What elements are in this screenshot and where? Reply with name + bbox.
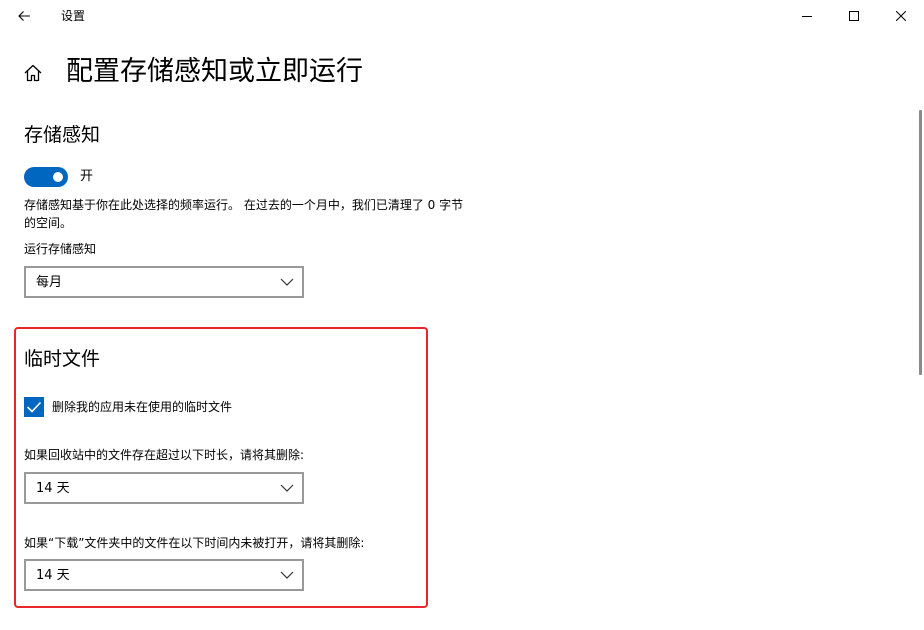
dropdown-value: 每月 [36,275,63,290]
toggle-knob [53,172,63,182]
delete-temp-files-checkbox[interactable] [24,397,44,417]
run-storage-sense-label: 运行存储感知 [24,242,97,256]
minimize-icon [802,16,812,17]
maximize-icon [849,11,859,21]
home-button[interactable] [22,62,44,84]
delete-temp-files-label: 删除我的应用未在使用的临时文件 [52,400,233,414]
recycle-bin-dropdown[interactable]: 14 天 [24,472,304,504]
minimize-button[interactable] [784,0,830,32]
home-icon [24,64,42,82]
checkmark-icon [26,401,42,413]
downloads-label: 如果“下载”文件夹中的文件在以下时间内未被打开，请将其删除: [24,536,365,550]
chevron-down-icon [280,278,294,286]
page-title: 配置存储感知或立即运行 [66,56,363,87]
settings-window: 设置 配置存储感知或立即运行 存储感知 开 存储感知基于你在此处选择的频率运行。… [0,0,924,630]
title-bar: 设置 [0,0,924,32]
storage-sense-heading: 存储感知 [24,124,101,146]
back-button[interactable] [8,2,40,30]
run-frequency-dropdown[interactable]: 每月 [24,266,304,298]
storage-sense-toggle[interactable] [24,167,68,187]
chevron-down-icon [280,484,294,492]
storage-sense-description: 存储感知基于你在此处选择的频率运行。 在过去的一个月中，我们已清理了 0 字节 … [24,198,464,230]
dropdown-value: 14 天 [36,481,70,496]
downloads-dropdown[interactable]: 14 天 [24,559,304,591]
app-title: 设置 [61,9,86,23]
close-icon [896,11,906,21]
chevron-down-icon [280,571,294,579]
scrollbar[interactable] [919,110,922,375]
toggle-state-label: 开 [80,169,94,184]
recycle-bin-label: 如果回收站中的文件存在超过以下时长，请将其删除: [24,448,305,462]
back-arrow-icon [18,11,30,21]
temp-files-heading: 临时文件 [24,348,101,370]
dropdown-value: 14 天 [36,568,70,583]
maximize-button[interactable] [831,0,877,32]
close-button[interactable] [878,0,924,32]
